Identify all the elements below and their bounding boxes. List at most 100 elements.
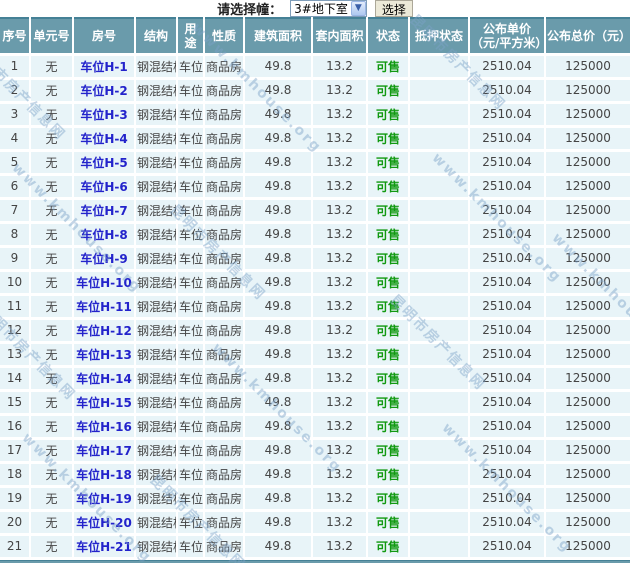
- cell-nature: 商品房: [204, 54, 245, 80]
- cell-status: 可售: [367, 462, 410, 488]
- cell-room: 车位H-12: [73, 318, 136, 344]
- cell-status: 可售: [367, 342, 410, 368]
- room-link[interactable]: 车位H-4: [80, 132, 127, 146]
- cell-inner-area: 13.2: [312, 150, 368, 176]
- room-link[interactable]: 车位H-10: [76, 276, 132, 290]
- table-row: 6 无 车位H-6 钢混结构 车位 商品房 49.8 13.2 可售 2510.…: [0, 174, 630, 200]
- column-header-use: 用途: [177, 17, 205, 56]
- room-link[interactable]: 车位H-6: [80, 180, 127, 194]
- cell-mortgage: [409, 318, 470, 344]
- room-link[interactable]: 车位H-8: [80, 228, 127, 242]
- cell-room: 车位H-21: [73, 534, 136, 560]
- room-link[interactable]: 车位H-17: [76, 444, 132, 458]
- room-link[interactable]: 车位H-13: [76, 348, 132, 362]
- cell-room: 车位H-8: [73, 222, 136, 248]
- listings-table: 序号 单元号 房号 结构 用途 性质 建筑面积 套内面积 状态 抵押状态 公布单…: [0, 17, 630, 560]
- cell-nature: 商品房: [204, 198, 245, 224]
- room-link[interactable]: 车位H-14: [76, 372, 132, 386]
- cell-mortgage: [409, 414, 470, 440]
- cell-mortgage: [409, 102, 470, 128]
- cell-room: 车位H-2: [73, 78, 136, 104]
- column-header-room: 房号: [73, 17, 136, 56]
- cell-use: 车位: [177, 318, 205, 344]
- cell-unit-price: 2510.04: [469, 246, 546, 272]
- cell-status: 可售: [367, 102, 410, 128]
- building-select[interactable]: 3#地下室 ▼: [290, 0, 367, 17]
- cell-inner-area: 13.2: [312, 510, 368, 536]
- cell-inner-area: 13.2: [312, 126, 368, 152]
- cell-structure: 钢混结构: [135, 78, 178, 104]
- column-header-unit-price: 公布单价（元/平方米）: [469, 17, 547, 56]
- room-link[interactable]: 车位H-7: [80, 204, 127, 218]
- room-link[interactable]: 车位H-15: [76, 396, 132, 410]
- cell-seq: 4: [0, 126, 31, 152]
- cell-nature: 商品房: [204, 366, 245, 392]
- cell-unit: 无: [30, 390, 74, 416]
- column-header-seq: 序号: [0, 17, 31, 56]
- room-link[interactable]: 车位H-5: [80, 156, 127, 170]
- table-row: 15 无 车位H-15 钢混结构 车位 商品房 49.8 13.2 可售 251…: [0, 390, 630, 416]
- cell-total-price: 125000: [545, 318, 630, 344]
- cell-use: 车位: [177, 294, 205, 320]
- room-link[interactable]: 车位H-3: [80, 108, 127, 122]
- table-row: 14 无 车位H-14 钢混结构 车位 商品房 49.8 13.2 可售 251…: [0, 366, 630, 392]
- cell-nature: 商品房: [204, 390, 245, 416]
- cell-nature: 商品房: [204, 246, 245, 272]
- table-row: 16 无 车位H-16 钢混结构 车位 商品房 49.8 13.2 可售 251…: [0, 414, 630, 440]
- cell-inner-area: 13.2: [312, 294, 368, 320]
- cell-inner-area: 13.2: [312, 222, 368, 248]
- room-link[interactable]: 车位H-9: [80, 252, 127, 266]
- chevron-down-icon[interactable]: ▼: [350, 1, 366, 16]
- cell-seq: 1: [0, 54, 31, 80]
- table-row: 12 无 车位H-12 钢混结构 车位 商品房 49.8 13.2 可售 251…: [0, 318, 630, 344]
- room-link[interactable]: 车位H-18: [76, 468, 132, 482]
- cell-structure: 钢混结构: [135, 294, 178, 320]
- cell-structure: 钢混结构: [135, 390, 178, 416]
- cell-status: 可售: [367, 366, 410, 392]
- cell-unit: 无: [30, 174, 74, 200]
- cell-structure: 钢混结构: [135, 174, 178, 200]
- room-link[interactable]: 车位H-20: [76, 516, 132, 530]
- cell-structure: 钢混结构: [135, 246, 178, 272]
- room-link[interactable]: 车位H-2: [80, 84, 127, 98]
- cell-unit: 无: [30, 462, 74, 488]
- room-link[interactable]: 车位H-11: [76, 300, 132, 314]
- cell-use: 车位: [177, 510, 205, 536]
- cell-inner-area: 13.2: [312, 54, 368, 80]
- cell-build-area: 49.8: [244, 510, 313, 536]
- table-row: 9 无 车位H-9 钢混结构 车位 商品房 49.8 13.2 可售 2510.…: [0, 246, 630, 272]
- cell-seq: 2: [0, 78, 31, 104]
- table-row: 21 无 车位H-21 钢混结构 车位 商品房 49.8 13.2 可售 251…: [0, 534, 630, 560]
- cell-unit-price: 2510.04: [469, 294, 546, 320]
- cell-build-area: 49.8: [244, 270, 313, 296]
- cell-inner-area: 13.2: [312, 198, 368, 224]
- cell-use: 车位: [177, 486, 205, 512]
- cell-structure: 钢混结构: [135, 150, 178, 176]
- cell-seq: 5: [0, 150, 31, 176]
- room-link[interactable]: 车位H-21: [76, 540, 132, 554]
- cell-structure: 钢混结构: [135, 318, 178, 344]
- room-link[interactable]: 车位H-1: [80, 60, 127, 74]
- cell-nature: 商品房: [204, 222, 245, 248]
- cell-unit-price: 2510.04: [469, 318, 546, 344]
- cell-nature: 商品房: [204, 126, 245, 152]
- cell-build-area: 49.8: [244, 78, 313, 104]
- select-button[interactable]: 选择: [374, 0, 413, 17]
- cell-seq: 8: [0, 222, 31, 248]
- cell-total-price: 125000: [545, 198, 630, 224]
- room-link[interactable]: 车位H-19: [76, 492, 132, 506]
- cell-build-area: 49.8: [244, 342, 313, 368]
- cell-room: 车位H-14: [73, 366, 136, 392]
- cell-build-area: 49.8: [244, 462, 313, 488]
- table-row: 2 无 车位H-2 钢混结构 车位 商品房 49.8 13.2 可售 2510.…: [0, 78, 630, 104]
- cell-total-price: 125000: [545, 414, 630, 440]
- cell-room: 车位H-5: [73, 150, 136, 176]
- room-link[interactable]: 车位H-12: [76, 324, 132, 338]
- cell-use: 车位: [177, 54, 205, 80]
- column-header-nature: 性质: [204, 17, 245, 56]
- cell-room: 车位H-4: [73, 126, 136, 152]
- cell-status: 可售: [367, 270, 410, 296]
- cell-build-area: 49.8: [244, 126, 313, 152]
- room-link[interactable]: 车位H-16: [76, 420, 132, 434]
- cell-nature: 商品房: [204, 318, 245, 344]
